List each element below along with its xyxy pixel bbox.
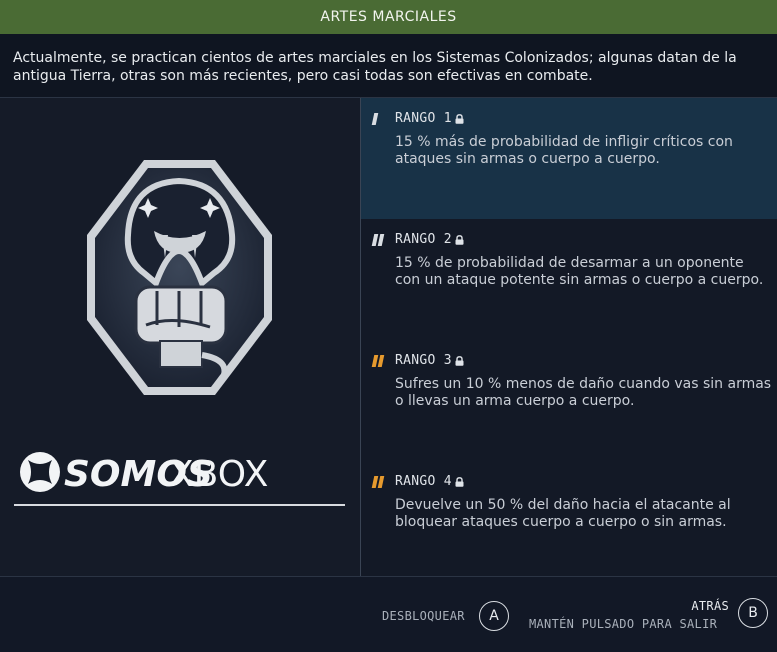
rank-label: RANGO 3 <box>395 353 452 368</box>
b-button[interactable]: B <box>738 598 768 628</box>
back-label: ATRÁS <box>691 599 729 613</box>
lock-icon <box>455 355 464 366</box>
rank-description: 15 % de probabilidad de desarmar a un op… <box>395 255 764 288</box>
rank-label: RANGO 2 <box>395 232 452 247</box>
lock-icon <box>455 113 464 124</box>
header-bar: ARTES MARCIALES <box>0 0 777 34</box>
rank-bar <box>377 354 385 367</box>
a-button[interactable]: A <box>479 601 509 631</box>
rank-row[interactable]: RANGO 3 Sufres un 10 % menos de daño cuan… <box>361 340 777 461</box>
rank-bar <box>371 112 379 125</box>
rank-header: RANGO 1 <box>371 111 464 126</box>
lock-icon <box>455 234 464 245</box>
rank-bar <box>377 233 385 246</box>
skill-description: Actualmente, se practican cientos de art… <box>13 50 737 84</box>
rank-bars-icon <box>371 112 393 125</box>
rank-row[interactable]: RANGO 1 15 % más de probabilidad de infli… <box>361 98 777 219</box>
unlock-label: DESBLOQUEAR <box>382 609 465 623</box>
footer-bar: DESBLOQUEAR A ATRÁS MANTÉN PULSADO PARA … <box>0 576 777 652</box>
rank-row[interactable]: RANGO 4 Devuelve un 50 % del daño hacia e… <box>361 461 777 582</box>
rank-header: RANGO 2 <box>371 232 464 247</box>
rank-row[interactable]: RANGO 2 15 % de probabilidad de desarmar … <box>361 219 777 340</box>
hold-to-exit-hint: MANTÉN PULSADO PARA SALIR <box>529 617 718 631</box>
watermark-underline <box>14 504 345 506</box>
rank-label: RANGO 4 <box>395 474 452 489</box>
rank-label: RANGO 1 <box>395 111 452 126</box>
brand-watermark: SOMOS XBOX <box>20 452 268 495</box>
rank-description: 15 % más de probabilidad de infligir crí… <box>395 134 733 167</box>
rank-header: RANGO 4 <box>371 474 464 489</box>
rank-bars-icon <box>371 354 393 367</box>
lock-icon <box>455 476 464 487</box>
rank-bars-icon <box>371 475 393 488</box>
rank-description: Sufres un 10 % menos de daño cuando vas … <box>395 376 772 409</box>
rank-bar <box>377 475 385 488</box>
description-band: Actualmente, se practican cientos de art… <box>0 34 777 98</box>
watermark-text-light: XBOX <box>169 454 268 495</box>
page-title: ARTES MARCIALES <box>320 9 457 25</box>
rank-bars-icon <box>371 233 393 246</box>
snake-fist-emblem-icon <box>87 160 272 395</box>
rank-description: Devuelve un 50 % del daño hacia el ataca… <box>395 497 731 530</box>
rank-header: RANGO 3 <box>371 353 464 368</box>
